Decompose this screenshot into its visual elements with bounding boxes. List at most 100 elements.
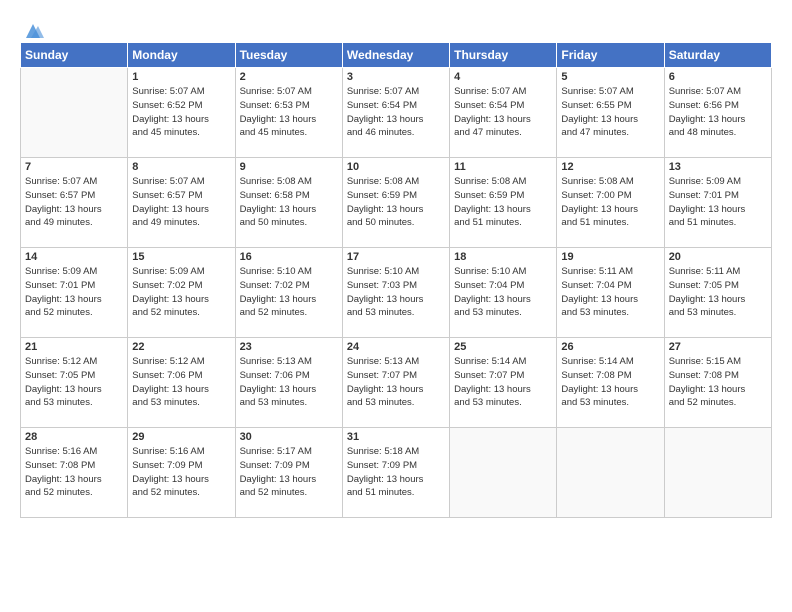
- day-number: 22: [132, 341, 230, 353]
- calendar-cell: 17 Sunrise: 5:10 AM Sunset: 7:03 PM Dayli…: [342, 248, 449, 338]
- day-number: 13: [669, 161, 767, 173]
- cell-info: Sunrise: 5:14 AM Sunset: 7:08 PM Dayligh…: [561, 355, 659, 410]
- calendar-cell: 20 Sunrise: 5:11 AM Sunset: 7:05 PM Dayli…: [664, 248, 771, 338]
- weekday-header-sunday: Sunday: [21, 43, 128, 68]
- calendar-cell: 11 Sunrise: 5:08 AM Sunset: 6:59 PM Dayli…: [450, 158, 557, 248]
- day-number: 24: [347, 341, 445, 353]
- day-number: 3: [347, 71, 445, 83]
- calendar-cell: 21 Sunrise: 5:12 AM Sunset: 7:05 PM Dayli…: [21, 338, 128, 428]
- day-number: 2: [240, 71, 338, 83]
- calendar-cell: 16Sunrise: 5:10 AM Sunset: 7:02 PM Dayli…: [235, 248, 342, 338]
- calendar-cell: 25 Sunrise: 5:14 AM Sunset: 7:07 PM Dayli…: [450, 338, 557, 428]
- day-number: 8: [132, 161, 230, 173]
- cell-info: Sunrise: 5:08 AM Sunset: 6:59 PM Dayligh…: [454, 175, 552, 230]
- cell-info: Sunrise: 5:13 AM Sunset: 7:07 PM Dayligh…: [347, 355, 445, 410]
- cell-info: Sunrise: 5:10 AM Sunset: 7:03 PM Dayligh…: [347, 265, 445, 320]
- weekday-header-saturday: Saturday: [664, 43, 771, 68]
- calendar-cell: [21, 68, 128, 158]
- weekday-header-friday: Friday: [557, 43, 664, 68]
- cell-info: Sunrise: 5:17 AM Sunset: 7:09 PM Dayligh…: [240, 445, 338, 500]
- day-number: 20: [669, 251, 767, 263]
- calendar-cell: 9 Sunrise: 5:08 AM Sunset: 6:58 PM Daylig…: [235, 158, 342, 248]
- calendar-cell: 26Sunrise: 5:14 AM Sunset: 7:08 PM Dayli…: [557, 338, 664, 428]
- calendar-cell: 8 Sunrise: 5:07 AM Sunset: 6:57 PM Daylig…: [128, 158, 235, 248]
- day-number: 30: [240, 431, 338, 443]
- calendar-cell: 29 Sunrise: 5:16 AM Sunset: 7:09 PM Dayli…: [128, 428, 235, 518]
- weekday-header-tuesday: Tuesday: [235, 43, 342, 68]
- calendar-cell: 13 Sunrise: 5:09 AM Sunset: 7:01 PM Dayli…: [664, 158, 771, 248]
- cell-info: Sunrise: 5:13 AM Sunset: 7:06 PM Dayligh…: [240, 355, 338, 410]
- day-number: 23: [240, 341, 338, 353]
- day-number: 7: [25, 161, 123, 173]
- day-number: 9: [240, 161, 338, 173]
- calendar-cell: 4 Sunrise: 5:07 AM Sunset: 6:54 PM Daylig…: [450, 68, 557, 158]
- day-number: 4: [454, 71, 552, 83]
- cell-info: Sunrise: 5:16 AM Sunset: 7:09 PM Dayligh…: [132, 445, 230, 500]
- cell-info: Sunrise: 5:08 AM Sunset: 6:59 PM Dayligh…: [347, 175, 445, 230]
- calendar-cell: [664, 428, 771, 518]
- cell-info: Sunrise: 5:07 AM Sunset: 6:53 PM Dayligh…: [240, 85, 338, 140]
- calendar-cell: 19 Sunrise: 5:11 AM Sunset: 7:04 PM Dayli…: [557, 248, 664, 338]
- calendar-cell: 15 Sunrise: 5:09 AM Sunset: 7:02 PM Dayli…: [128, 248, 235, 338]
- day-number: 12: [561, 161, 659, 173]
- calendar-cell: 24 Sunrise: 5:13 AM Sunset: 7:07 PM Dayli…: [342, 338, 449, 428]
- day-number: 25: [454, 341, 552, 353]
- logo: [20, 24, 44, 34]
- cell-info: Sunrise: 5:09 AM Sunset: 7:01 PM Dayligh…: [25, 265, 123, 320]
- day-number: 31: [347, 431, 445, 443]
- calendar-cell: 5 Sunrise: 5:07 AM Sunset: 6:55 PM Daylig…: [557, 68, 664, 158]
- cell-info: Sunrise: 5:07 AM Sunset: 6:57 PM Dayligh…: [25, 175, 123, 230]
- calendar-week-4: 21 Sunrise: 5:12 AM Sunset: 7:05 PM Dayli…: [21, 338, 772, 428]
- cell-info: Sunrise: 5:12 AM Sunset: 7:06 PM Dayligh…: [132, 355, 230, 410]
- calendar-cell: 31 Sunrise: 5:18 AM Sunset: 7:09 PM Dayli…: [342, 428, 449, 518]
- cell-info: Sunrise: 5:07 AM Sunset: 6:55 PM Dayligh…: [561, 85, 659, 140]
- day-number: 27: [669, 341, 767, 353]
- calendar-cell: 18Sunrise: 5:10 AM Sunset: 7:04 PM Dayli…: [450, 248, 557, 338]
- logo-icon: [22, 22, 44, 40]
- cell-info: Sunrise: 5:08 AM Sunset: 7:00 PM Dayligh…: [561, 175, 659, 230]
- calendar-cell: 14Sunrise: 5:09 AM Sunset: 7:01 PM Dayli…: [21, 248, 128, 338]
- page: SundayMondayTuesdayWednesdayThursdayFrid…: [0, 0, 792, 528]
- cell-info: Sunrise: 5:18 AM Sunset: 7:09 PM Dayligh…: [347, 445, 445, 500]
- day-number: 18: [454, 251, 552, 263]
- day-number: 15: [132, 251, 230, 263]
- calendar-cell: 28Sunrise: 5:16 AM Sunset: 7:08 PM Dayli…: [21, 428, 128, 518]
- cell-info: Sunrise: 5:09 AM Sunset: 7:01 PM Dayligh…: [669, 175, 767, 230]
- day-number: 5: [561, 71, 659, 83]
- day-number: 11: [454, 161, 552, 173]
- cell-info: Sunrise: 5:11 AM Sunset: 7:04 PM Dayligh…: [561, 265, 659, 320]
- cell-info: Sunrise: 5:12 AM Sunset: 7:05 PM Dayligh…: [25, 355, 123, 410]
- calendar-table: SundayMondayTuesdayWednesdayThursdayFrid…: [20, 42, 772, 518]
- cell-info: Sunrise: 5:09 AM Sunset: 7:02 PM Dayligh…: [132, 265, 230, 320]
- calendar-cell: 6Sunrise: 5:07 AM Sunset: 6:56 PM Daylig…: [664, 68, 771, 158]
- weekday-header-monday: Monday: [128, 43, 235, 68]
- day-number: 1: [132, 71, 230, 83]
- calendar-week-3: 14Sunrise: 5:09 AM Sunset: 7:01 PM Dayli…: [21, 248, 772, 338]
- calendar-cell: 23 Sunrise: 5:13 AM Sunset: 7:06 PM Dayli…: [235, 338, 342, 428]
- day-number: 19: [561, 251, 659, 263]
- calendar-cell: 1 Sunrise: 5:07 AM Sunset: 6:52 PM Daylig…: [128, 68, 235, 158]
- calendar-cell: [450, 428, 557, 518]
- cell-info: Sunrise: 5:07 AM Sunset: 6:54 PM Dayligh…: [347, 85, 445, 140]
- calendar-week-2: 7 Sunrise: 5:07 AM Sunset: 6:57 PM Daylig…: [21, 158, 772, 248]
- calendar-week-1: 1 Sunrise: 5:07 AM Sunset: 6:52 PM Daylig…: [21, 68, 772, 158]
- weekday-header-row: SundayMondayTuesdayWednesdayThursdayFrid…: [21, 43, 772, 68]
- day-number: 21: [25, 341, 123, 353]
- cell-info: Sunrise: 5:07 AM Sunset: 6:52 PM Dayligh…: [132, 85, 230, 140]
- day-number: 6: [669, 71, 767, 83]
- header: [20, 20, 772, 34]
- cell-info: Sunrise: 5:08 AM Sunset: 6:58 PM Dayligh…: [240, 175, 338, 230]
- cell-info: Sunrise: 5:16 AM Sunset: 7:08 PM Dayligh…: [25, 445, 123, 500]
- calendar-cell: [557, 428, 664, 518]
- cell-info: Sunrise: 5:10 AM Sunset: 7:02 PM Dayligh…: [240, 265, 338, 320]
- cell-info: Sunrise: 5:15 AM Sunset: 7:08 PM Dayligh…: [669, 355, 767, 410]
- day-number: 29: [132, 431, 230, 443]
- calendar-cell: 10 Sunrise: 5:08 AM Sunset: 6:59 PM Dayli…: [342, 158, 449, 248]
- day-number: 10: [347, 161, 445, 173]
- cell-info: Sunrise: 5:07 AM Sunset: 6:57 PM Dayligh…: [132, 175, 230, 230]
- cell-info: Sunrise: 5:11 AM Sunset: 7:05 PM Dayligh…: [669, 265, 767, 320]
- weekday-header-wednesday: Wednesday: [342, 43, 449, 68]
- cell-info: Sunrise: 5:07 AM Sunset: 6:54 PM Dayligh…: [454, 85, 552, 140]
- day-number: 17: [347, 251, 445, 263]
- cell-info: Sunrise: 5:14 AM Sunset: 7:07 PM Dayligh…: [454, 355, 552, 410]
